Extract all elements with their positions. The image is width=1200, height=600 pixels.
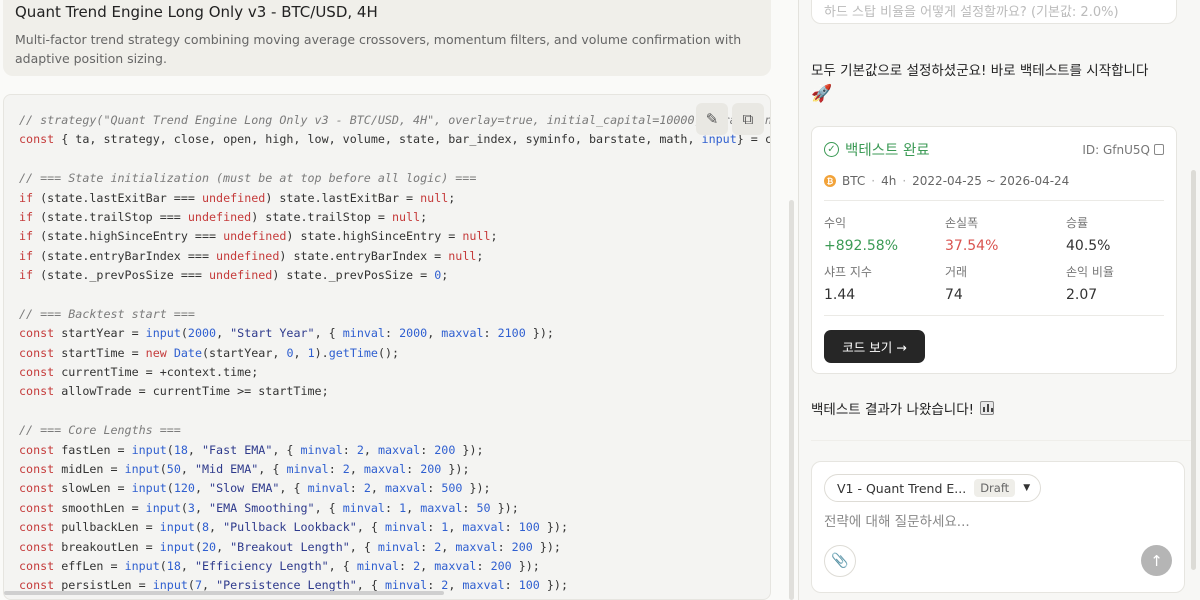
code-block: ✎ ⧉ // strategy("Quant Trend Engine Long… — [3, 94, 771, 600]
strategy-selector[interactable]: V1 - Quant Trend E... Draft ▼ — [824, 474, 1042, 502]
view-code-button[interactable]: 코드 보기 → — [824, 330, 925, 363]
paperclip-icon[interactable]: 📎 — [824, 545, 856, 577]
code-line: const midLen = input(50, "Mid EMA", { mi… — [19, 462, 470, 477]
code-line: if (state._prevPosSize === undefined) st… — [19, 268, 449, 283]
chat-scrollbar[interactable] — [1191, 170, 1196, 570]
code-line: ​ — [19, 150, 770, 169]
result-meta: ₿ BTC · 4h · 2022-04-25 ~ 2026-04-24 — [824, 174, 1164, 201]
stat-value: +892.58% — [824, 238, 899, 254]
code-line: if (state.highSinceEntry === undefined) … — [19, 229, 498, 244]
stat-label: 손실폭 — [945, 216, 979, 230]
code-line: ​ — [19, 402, 770, 421]
result-id[interactable]: ID: GfnU5Q — [1082, 143, 1164, 157]
send-arrow-icon[interactable]: ↑ — [1141, 545, 1172, 576]
result-message-text: 백테스트 결과가 나왔습니다! — [811, 402, 975, 418]
code-line: ​ — [19, 286, 770, 305]
stat-value: 40.5% — [1066, 238, 1111, 254]
code-line: const allowTrade = currentTime >= startT… — [19, 384, 329, 399]
code-line: // strategy("Quant Trend Engine Long Onl… — [19, 113, 770, 127]
strategy-header-card: Quant Trend Engine Long Only v3 - BTC/US… — [3, 0, 771, 76]
code-line: const startYear = input(2000, "Start Yea… — [19, 326, 554, 341]
date-range: 2022-04-25 ~ 2026-04-24 — [912, 174, 1070, 188]
previous-question-text: 하드 스탑 비율을 어떻게 설정할까요? (기본값: 2.0%) — [824, 5, 1119, 20]
code-line: if (state.trailStop === undefined) state… — [19, 209, 428, 224]
code-scroll-area[interactable]: // strategy("Quant Trend Engine Long Onl… — [4, 95, 770, 599]
stat-value: 37.54% — [945, 238, 999, 254]
edit-icon[interactable]: ✎ — [696, 103, 728, 135]
stat-cell: 손익 비율 2.07 — [1066, 263, 1166, 303]
backtest-result-card: ✓ 백테스트 완료 ID: GfnU5Q ₿ BTC · 4h · 2022-0… — [811, 126, 1177, 374]
code-line: const breakoutLen = input(20, "Breakout … — [19, 539, 561, 554]
code-line: const slowLen = input(120, "Slow EMA", {… — [19, 481, 491, 496]
code-line: const currentTime = +context.time; — [19, 365, 259, 380]
stat-value: 1.44 — [824, 287, 856, 303]
code-line: if (state.lastExitBar === undefined) sta… — [19, 190, 456, 205]
vertical-scrollbar[interactable] — [789, 200, 794, 600]
status-badge: ✓ 백테스트 완료 — [824, 139, 930, 160]
stat-cell: 손실폭 37.54% — [945, 214, 1066, 254]
status-text: 백테스트 완료 — [845, 143, 930, 159]
separator — [811, 440, 1191, 441]
stat-value: 74 — [945, 287, 963, 303]
result-id-label: ID: GfnU5Q — [1082, 142, 1150, 157]
horizontal-scrollbar[interactable] — [4, 591, 444, 595]
code-line: // === State initialization (must be at … — [19, 171, 477, 186]
timeframe: 4h — [881, 174, 897, 188]
copy-id-icon[interactable] — [1154, 144, 1164, 155]
assistant-message-result: 백테스트 결과가 나왔습니다! — [811, 398, 995, 418]
bitcoin-icon: ₿ — [824, 175, 836, 187]
stat-label: 샤프 지수 — [824, 265, 872, 279]
stat-cell: 수익 +892.58% — [824, 214, 945, 254]
rocket-emoji: 🚀 — [811, 84, 833, 104]
draft-badge: Draft — [974, 479, 1016, 497]
code-line: // === Core Lengths === — [19, 423, 181, 438]
copy-icon[interactable]: ⧉ — [732, 103, 764, 135]
stat-label: 승률 — [1066, 216, 1089, 230]
symbol: BTC — [842, 174, 866, 188]
stat-label: 손익 비율 — [1066, 265, 1114, 279]
code-line: const fastLen = input(18, "Fast EMA", { … — [19, 442, 484, 457]
chat-composer: V1 - Quant Trend E... Draft ▼ 📎 ↑ — [811, 461, 1185, 593]
stat-cell: 거래 74 — [945, 263, 1066, 303]
chat-panel: 하드 스탑 비율을 어떻게 설정할까요? (기본값: 2.0%) 모두 기본값으… — [799, 0, 1200, 600]
bar-chart-icon — [980, 401, 995, 415]
strategy-panel: Quant Trend Engine Long Only v3 - BTC/US… — [0, 0, 798, 600]
code-line: const effLen = input(18, "Efficiency Len… — [19, 558, 540, 573]
check-circle-icon: ✓ — [824, 142, 839, 157]
stat-cell: 샤프 지수 1.44 — [824, 263, 945, 303]
caret-down-icon: ▼ — [1023, 483, 1031, 493]
chat-input[interactable] — [824, 514, 1164, 530]
stat-value: 2.07 — [1066, 287, 1098, 303]
stat-cell: 승률 40.5% — [1066, 214, 1166, 254]
strategy-description: Multi-factor trend strategy combining mo… — [15, 32, 742, 66]
code-line: const { ta, strategy, close, open, high,… — [19, 132, 770, 147]
strategy-title: Quant Trend Engine Long Only v3 - BTC/US… — [15, 3, 378, 21]
stat-label: 수익 — [824, 216, 847, 230]
assistant-message: 모두 기본값으로 설정하셨군요! 바로 백테스트를 시작합니다 — [811, 63, 1149, 79]
stats-grid: 수익 +892.58% 손실폭 37.54% 승률 40.5% 샤프 지수 1.44 거래 74 손… — [824, 214, 1164, 303]
stat-label: 거래 — [945, 265, 968, 279]
code-content: // strategy("Quant Trend Engine Long Onl… — [19, 111, 770, 596]
strategy-selector-label: V1 - Quant Trend E... — [837, 480, 967, 496]
code-line: if (state.entryBarIndex === undefined) s… — [19, 248, 484, 263]
previous-question-card: 하드 스탑 비율을 어떻게 설정할까요? (기본값: 2.0%) — [811, 0, 1177, 24]
code-line: // === Backtest start === — [19, 306, 195, 321]
code-line: const startTime = new Date(startYear, 0,… — [19, 345, 400, 360]
code-line: const smoothLen = input(3, "EMA Smoothin… — [19, 500, 519, 515]
code-line: const pullbackLen = input(8, "Pullback L… — [19, 520, 568, 535]
code-toolbar: ✎ ⧉ — [696, 103, 764, 135]
